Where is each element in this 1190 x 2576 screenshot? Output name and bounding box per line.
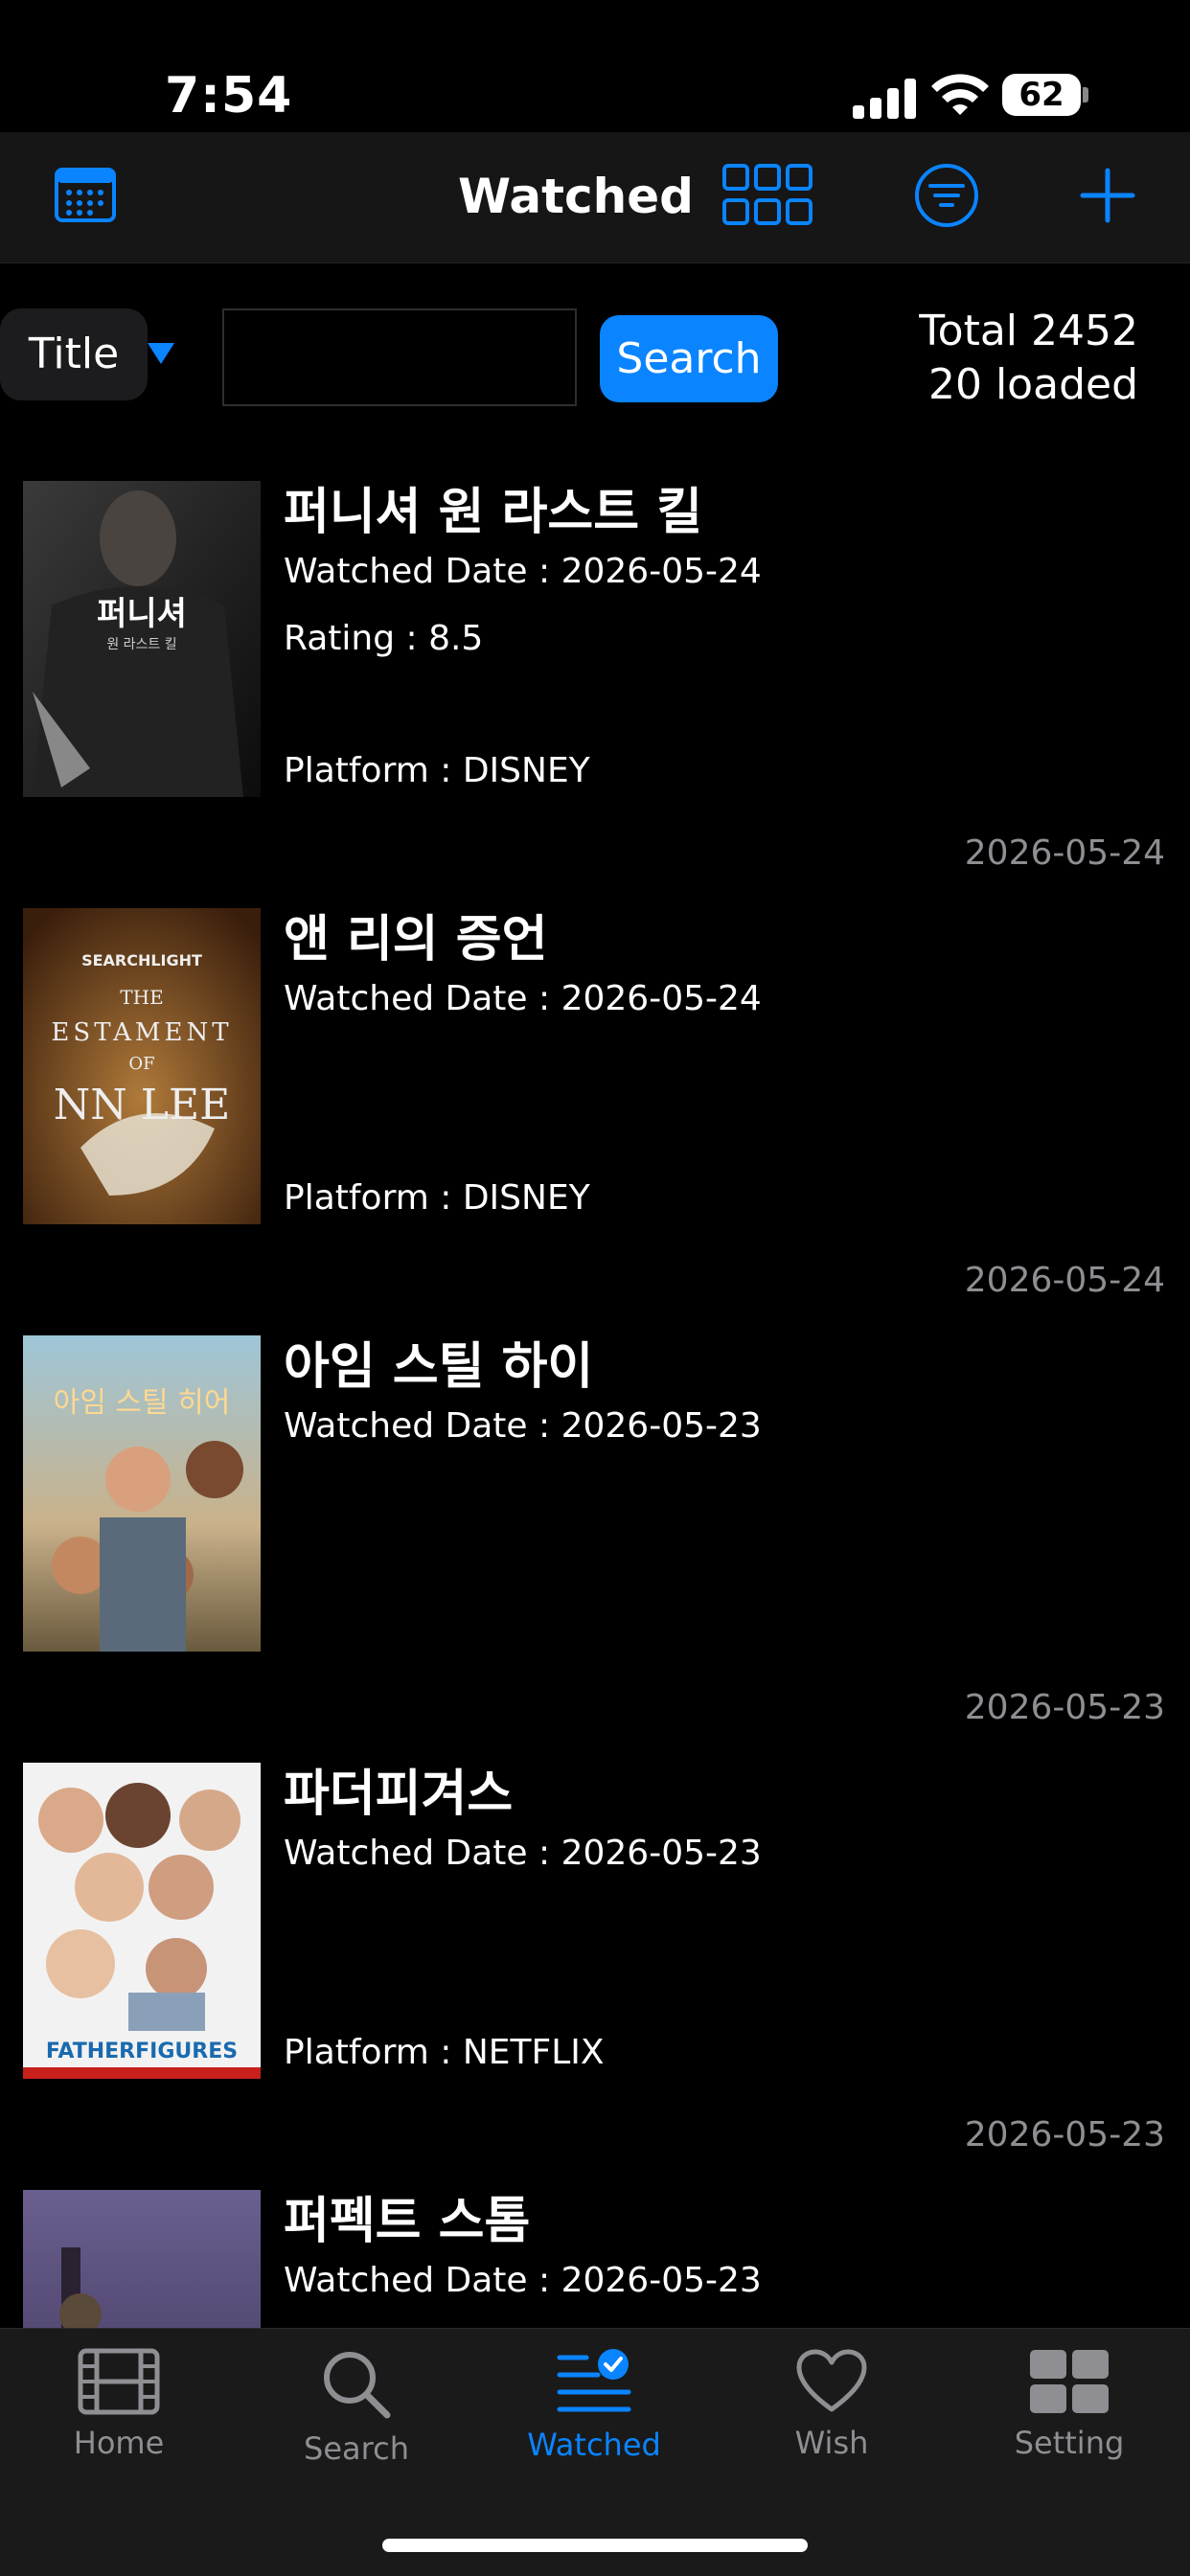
item-platform: Platform : DISNEY bbox=[284, 751, 590, 790]
poster-subtitle-text: 원 라스트 킬 bbox=[106, 637, 176, 652]
heart-icon bbox=[796, 2349, 867, 2412]
item-date: 2026-05-23 bbox=[964, 2115, 1165, 2154]
poster-image[interactable] bbox=[23, 2190, 261, 2328]
item-title: 퍼펙트 스톰 bbox=[284, 2193, 531, 2250]
tab-home[interactable]: Home bbox=[0, 2348, 238, 2492]
tab-wish[interactable]: Wish bbox=[713, 2348, 950, 2492]
poster-image[interactable]: SEARCHLIGHT THE ESTAMENT OF NN LEE bbox=[23, 908, 261, 1224]
list-item[interactable]: 아임 스틸 히어 아임 스틸 하이 Watched Date : 2026-05… bbox=[0, 1314, 1190, 1742]
tab-label: Wish bbox=[794, 2425, 869, 2461]
tab-label: Home bbox=[73, 2425, 165, 2461]
poster-text-testament: ESTAMENT bbox=[51, 1018, 232, 1047]
list-item[interactable]: FATHERFIGURES 파더피겨스 Watched Date : 2026-… bbox=[0, 1742, 1190, 2169]
battery-tip bbox=[1083, 87, 1088, 103]
magnifier-icon bbox=[324, 2352, 391, 2419]
search-input[interactable] bbox=[222, 308, 577, 406]
grid-view-icon[interactable] bbox=[722, 164, 812, 225]
wifi-icon bbox=[931, 74, 989, 115]
poster-title-text: 아임 스틸 히어 bbox=[54, 1386, 231, 1420]
item-watched-date: Watched Date : 2026-05-23 bbox=[284, 1406, 762, 1446]
list-item[interactable]: 퍼니셔 원 라스트 킬 퍼니셔 원 라스트 킬 Watched Date : 2… bbox=[0, 460, 1190, 887]
tab-label: Watched bbox=[527, 2427, 661, 2463]
item-platform: Platform : DISNEY bbox=[284, 1178, 590, 1218]
grid-icon bbox=[1030, 2350, 1109, 2413]
search-button[interactable]: Search bbox=[600, 315, 778, 402]
poster-brand-text: SEARCHLIGHT bbox=[81, 951, 202, 969]
film-icon bbox=[78, 2348, 160, 2415]
total-count: Total 2452 bbox=[919, 307, 1138, 355]
item-title: 파더피겨스 bbox=[284, 1766, 514, 1823]
battery-indicator: 62 bbox=[1002, 74, 1081, 116]
filter-icon[interactable] bbox=[914, 163, 979, 228]
poster-image[interactable]: 아임 스틸 히어 bbox=[23, 1335, 261, 1652]
item-watched-date: Watched Date : 2026-05-24 bbox=[284, 552, 762, 591]
item-watched-date: Watched Date : 2026-05-23 bbox=[284, 2261, 762, 2300]
status-bar: 7:54 62 bbox=[0, 0, 1190, 132]
item-date: 2026-05-23 bbox=[964, 1688, 1165, 1727]
item-title: 아임 스틸 하이 bbox=[284, 1338, 594, 1396]
item-platform: Platform : NETFLIX bbox=[284, 2033, 605, 2072]
chevron-down-icon[interactable] bbox=[144, 335, 178, 370]
search-field-select[interactable]: Title bbox=[0, 308, 148, 400]
navigation-bar: Watched bbox=[0, 132, 1190, 263]
add-icon[interactable] bbox=[1079, 167, 1136, 224]
tab-search[interactable]: Search bbox=[238, 2348, 475, 2492]
loaded-count: 20 loaded bbox=[927, 360, 1138, 409]
poster-title-text: FATHERFIGURES bbox=[46, 2040, 238, 2063]
cellular-signal-icon bbox=[853, 79, 916, 119]
result-count: Total 2452 20 loaded bbox=[919, 305, 1138, 412]
item-date: 2026-05-24 bbox=[964, 1261, 1165, 1300]
poster-image[interactable]: FATHERFIGURES bbox=[23, 1763, 261, 2079]
tab-watched[interactable]: Watched bbox=[475, 2348, 713, 2492]
tab-label: Search bbox=[304, 2430, 409, 2467]
calendar-icon[interactable] bbox=[54, 164, 117, 223]
item-date: 2026-05-24 bbox=[964, 833, 1165, 873]
item-title: 앤 리의 증언 bbox=[284, 911, 548, 969]
tab-label: Setting bbox=[1014, 2425, 1125, 2461]
home-indicator[interactable] bbox=[382, 2539, 808, 2552]
status-time: 7:54 bbox=[165, 67, 293, 125]
list-item[interactable]: 퍼펙트 스톰 Watched Date : 2026-05-23 bbox=[0, 2169, 1190, 2328]
poster-image[interactable]: 퍼니셔 원 라스트 킬 bbox=[23, 481, 261, 797]
list-item[interactable]: SEARCHLIGHT THE ESTAMENT OF NN LEE 앤 리의 … bbox=[0, 887, 1190, 1314]
item-watched-date: Watched Date : 2026-05-23 bbox=[284, 1834, 762, 1873]
item-title: 퍼니셔 원 라스트 킬 bbox=[284, 484, 703, 541]
item-watched-date: Watched Date : 2026-05-24 bbox=[284, 979, 762, 1018]
item-rating: Rating : 8.5 bbox=[284, 619, 484, 658]
page-title: Watched bbox=[458, 169, 694, 224]
poster-title-text: 퍼니셔 bbox=[97, 595, 187, 633]
watched-list[interactable]: 퍼니셔 원 라스트 킬 퍼니셔 원 라스트 킬 Watched Date : 2… bbox=[0, 460, 1190, 2328]
poster-text-the: THE bbox=[120, 986, 163, 1009]
tab-setting[interactable]: Setting bbox=[950, 2348, 1188, 2492]
poster-text-name: NN LEE bbox=[54, 1081, 230, 1129]
checklist-icon bbox=[557, 2349, 631, 2412]
poster-text-of: OF bbox=[128, 1054, 154, 1074]
